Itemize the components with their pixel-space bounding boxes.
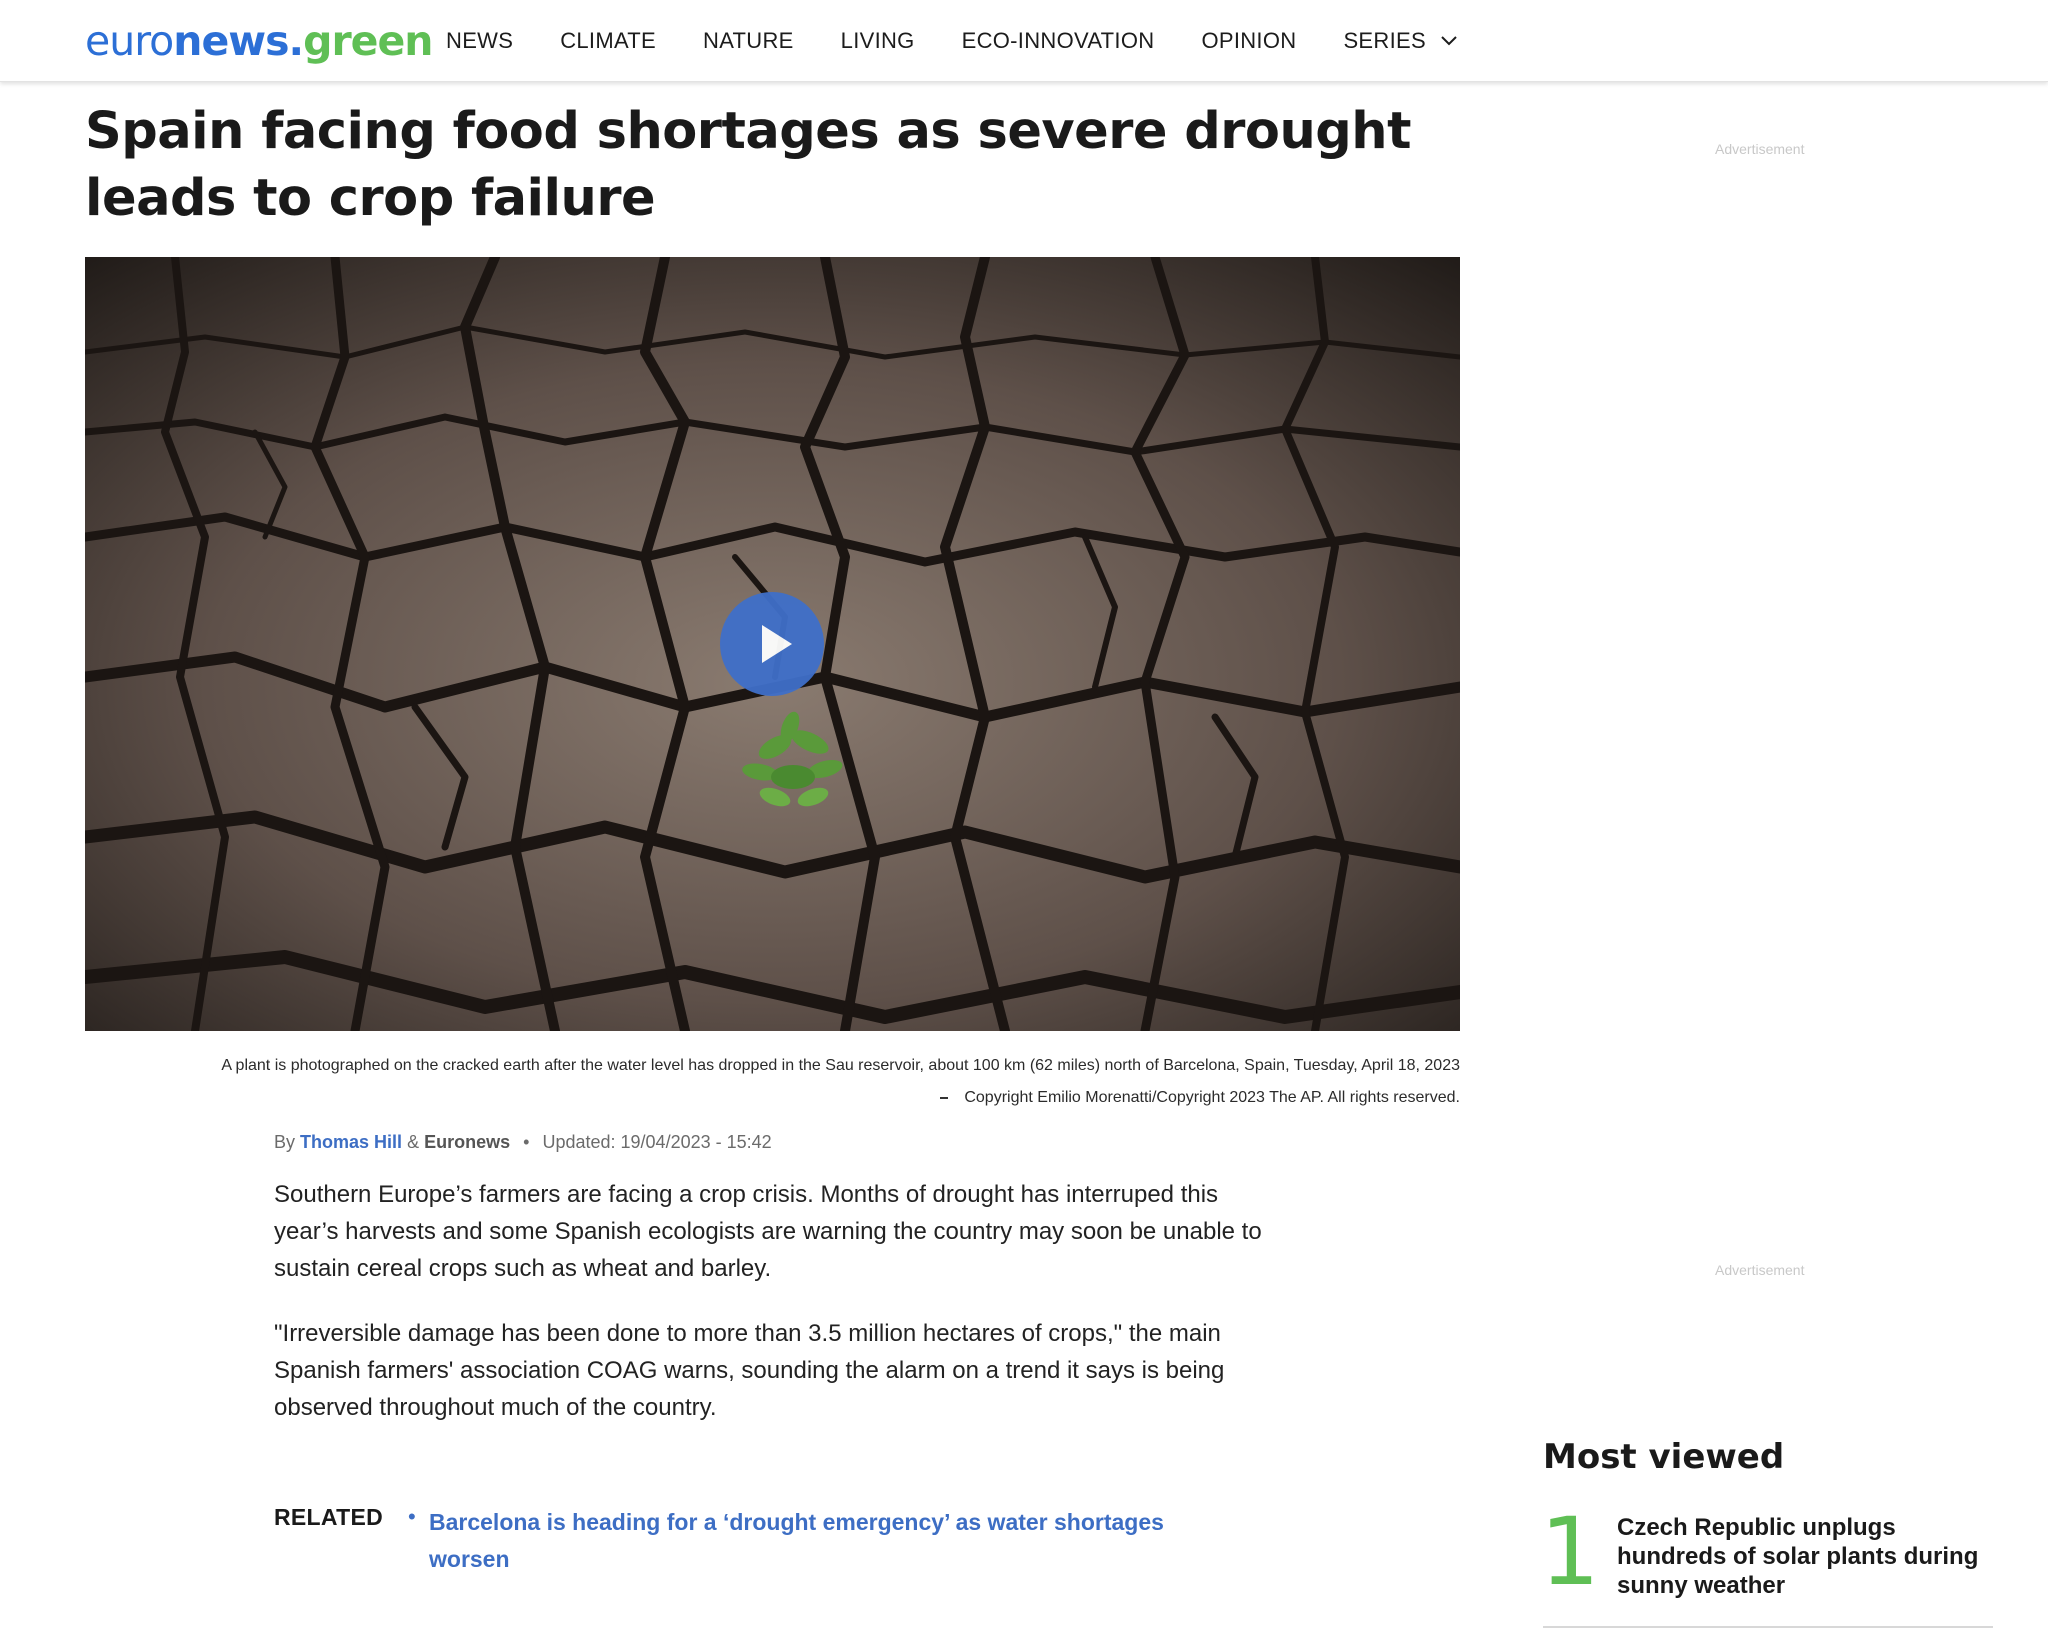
byline: By Thomas Hill & Euronews • Updated: 19/… (274, 1130, 772, 1154)
author-link[interactable]: Thomas Hill (300, 1132, 402, 1152)
byline-org: Euronews (424, 1132, 511, 1152)
byline-separator: • (523, 1132, 530, 1152)
site-header: euronews.green NEWS CLIMATE NATURE LIVIN… (0, 0, 2048, 82)
most-viewed-item-link[interactable]: Czech Republic unplugs hundreds of solar… (1617, 1513, 1997, 1600)
most-viewed-rank: 1 (1540, 1498, 1600, 1607)
article-video[interactable] (85, 257, 1460, 1031)
nav-climate[interactable]: CLIMATE (560, 28, 656, 54)
nav-series-label: SERIES (1343, 28, 1426, 53)
play-icon (762, 625, 792, 663)
article-paragraph: Southern Europe’s farmers are facing a c… (274, 1181, 1262, 1282)
play-button[interactable] (720, 592, 824, 696)
euronews-green-logo[interactable]: euronews.green (85, 14, 433, 68)
related-article-link[interactable]: Barcelona is heading for a ‘drought emer… (429, 1504, 1229, 1578)
most-viewed-title: Most viewed (1543, 1437, 1785, 1477)
nav-eco-innovation[interactable]: ECO-INNOVATION (962, 28, 1155, 54)
updated-timestamp: Updated: 19/04/2023 - 15:42 (542, 1132, 772, 1152)
copyright-text: Copyright Emilio Morenatti/Copyright 202… (964, 1089, 1460, 1106)
nav-news[interactable]: NEWS (446, 28, 513, 54)
advertisement-label: Advertisement (1715, 141, 1805, 157)
main-nav: NEWS CLIMATE NATURE LIVING ECO-INNOVATIO… (446, 0, 1505, 82)
nav-opinion[interactable]: OPINION (1201, 28, 1296, 54)
byline-amp: & (407, 1132, 420, 1152)
chevron-down-icon (1441, 36, 1457, 46)
dash-icon (940, 1096, 949, 1099)
divider (1543, 1626, 1993, 1628)
nav-series[interactable]: SERIES (1343, 28, 1458, 54)
article-paragraph: "Irreversible damage has been done to mo… (274, 1320, 1225, 1421)
byline-by: By (274, 1132, 296, 1152)
nav-living[interactable]: LIVING (841, 28, 915, 54)
nav-nature[interactable]: NATURE (703, 28, 794, 54)
advertisement-label: Advertisement (1715, 1262, 1805, 1278)
caption-text: A plant is photographed on the cracked e… (221, 1057, 1460, 1074)
image-caption: A plant is photographed on the cracked e… (85, 1050, 1460, 1114)
image-copyright: Copyright Emilio Morenatti/Copyright 202… (85, 1082, 1460, 1114)
related-label: RELATED (274, 1504, 384, 1530)
related-bullet: • (408, 1504, 416, 1529)
article-headline: Spain facing food shortages as severe dr… (85, 102, 1411, 228)
